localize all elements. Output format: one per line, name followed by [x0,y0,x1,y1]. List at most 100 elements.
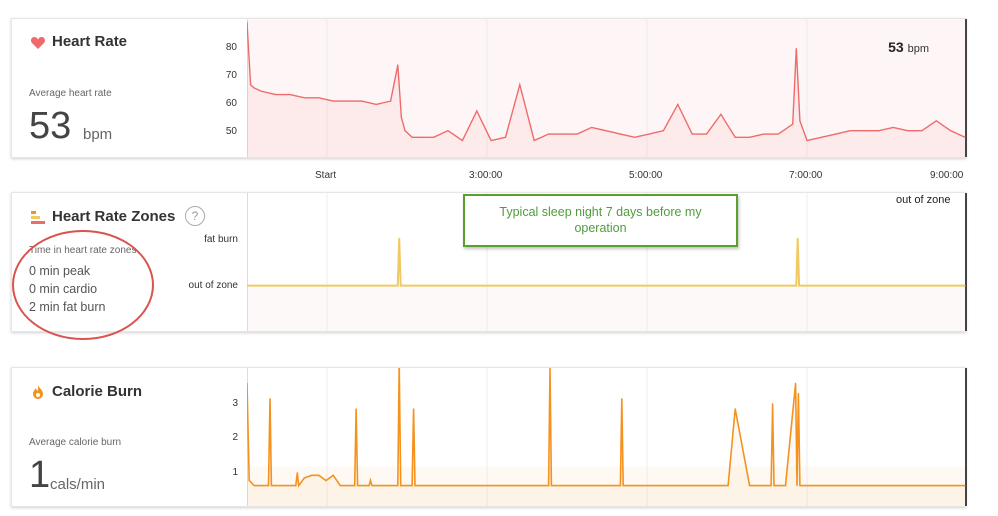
zone-point [795,285,797,287]
calorie-point [354,484,356,487]
highlight-circle [12,230,154,340]
x-tick: 5:00:00 [629,170,663,181]
heart-rate-point [303,97,306,99]
heart-rate-point [361,100,363,102]
calorie-point [267,484,270,487]
heart-rate-point [504,136,507,138]
heart-rate-point [253,87,255,89]
calorie-point [368,484,370,487]
heart-rate-point [878,130,880,132]
heart-rate-point [835,133,837,135]
heart-rate-point [763,133,765,135]
avg-calorie-label: Average calorie burn [29,437,122,448]
calorie-point [773,484,775,487]
heart-rate-point [461,139,463,142]
calorie-point [770,484,772,487]
heart-rate-point [332,100,334,102]
calorie-point [928,484,930,487]
heart-rate-point [677,103,679,106]
calorie-burn-panel: Calorie Burn Average calorie burn 1 cals… [11,367,967,507]
heart-rate-point [346,100,349,102]
heart-rate-title: Heart Rate [52,33,128,50]
calorie-point [397,484,399,487]
help-icon[interactable]: ? [185,206,205,226]
heart-rate-point [906,130,909,132]
calorie-point [425,484,428,487]
calorie-point [355,408,357,410]
heart-rate-point [799,120,801,122]
heart-rate-point [849,130,851,132]
avg-calorie-unit: cals/min [50,476,106,493]
calorie-point [806,484,808,487]
heart-rate-point [390,100,392,102]
y-tick: 80 [225,42,237,53]
heart-rate-point [605,130,607,132]
calorie-point [796,484,798,487]
calorie-point [799,484,801,487]
heart-rate-point [275,93,277,96]
heart-rate-point [433,136,435,138]
heart-rate-point [576,133,578,135]
calorie-point [713,484,715,487]
heart-rate-point [691,133,693,135]
heart-rate-point [749,136,751,138]
y-tick: 70 [225,70,237,81]
avg-calorie-value: 1 [29,454,51,496]
calorie-point [461,484,463,487]
heart-rate-point [519,84,521,86]
y-tick: 50 [225,126,237,137]
zone-point [798,285,800,287]
calorie-point [749,484,751,487]
calorie-point [296,472,298,474]
heart-rate-zones-title: Heart Rate Zones [52,208,176,225]
calorie-point [325,479,327,482]
heart-rate-point [720,113,722,115]
calorie-point [303,477,306,479]
annotation-box: Typical sleep night 7 days before my ope… [463,194,738,247]
calorie-point [414,484,416,487]
calorie-point [412,408,415,410]
x-tick: 7:00:00 [789,170,823,181]
heart-rate-point [249,84,252,86]
zone-point [964,285,966,287]
avg-heart-rate-label: Average heart rate [29,88,112,99]
heart-rate-point [634,136,636,138]
heart-rate-point [397,64,399,66]
calorie-point [253,484,255,487]
plot-fill [247,285,967,331]
zone-label-fat-burn: fat burn [204,234,238,245]
heart-rate-point [806,139,808,142]
calorie-point [892,484,894,487]
calorie-point [605,484,607,487]
calorie-point [346,484,349,487]
y-tick: 2 [232,432,238,443]
zone-point [400,285,402,287]
heart-rate-point [318,97,320,99]
calorie-point [270,484,273,487]
calorie-point [677,484,679,487]
calorie-point [269,398,271,400]
calorie-point [339,484,341,487]
calorie-point [619,484,621,487]
calorie-point [820,484,823,487]
calorie-point [356,484,359,487]
calorie-point [311,474,313,476]
x-tick: Start [315,170,337,181]
calorie-point [476,484,478,487]
heart-rate-point [777,133,779,135]
current-heart-rate: 53 bpm [888,39,929,55]
calorie-point [440,484,442,487]
zone-label-out-of-zone: out of zone [188,280,238,291]
calorie-point [641,484,643,487]
heart-rate-chart[interactable] [247,19,967,157]
heart-icon [30,37,46,49]
heart-rate-point [705,133,708,135]
calorie-point [547,484,550,487]
heart-rate-point [400,116,402,119]
calorie-point [298,484,300,487]
calorie-point [727,484,729,487]
heart-rate-point [476,110,478,112]
heart-rate-point [562,133,564,135]
calorie-burn-chart[interactable] [247,368,967,506]
calorie-point [248,479,250,482]
